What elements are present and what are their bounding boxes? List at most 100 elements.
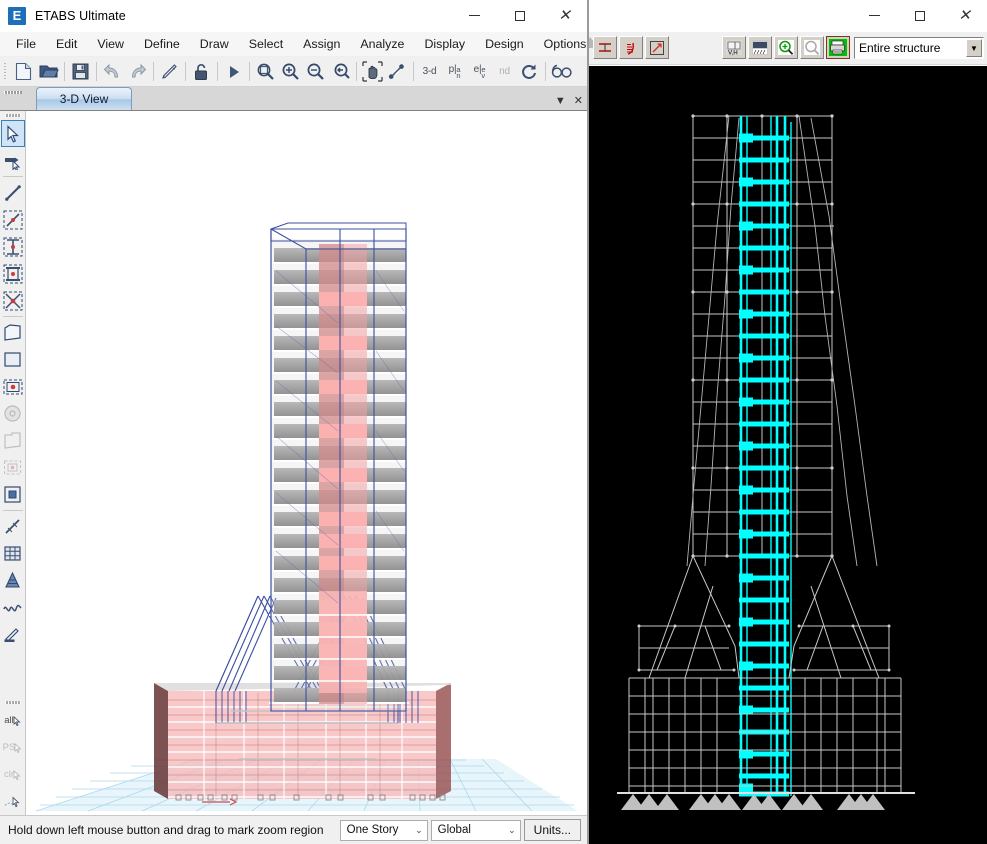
right-minimize-button[interactable] [852, 0, 897, 31]
menu-file[interactable]: File [6, 34, 46, 55]
diagram-arrow-icon[interactable] [645, 36, 669, 59]
view-plan-button[interactable]: p|an [442, 59, 467, 85]
draw-developed-elevation-tool[interactable] [1, 481, 25, 508]
shading-icon[interactable] [748, 36, 772, 59]
coordinate-selector[interactable]: Global ⌄ [431, 820, 521, 841]
menu-view[interactable]: View [87, 34, 134, 55]
etabs-logo-letter: E [13, 9, 22, 22]
menu-edit[interactable]: Edit [46, 34, 87, 55]
pan-hand-icon[interactable] [360, 59, 385, 85]
quick-draw-area-tool[interactable] [1, 373, 25, 400]
chevron-down-icon: ⌄ [508, 825, 516, 836]
title-bar: E ETABS Ultimate ✕ [0, 0, 587, 32]
draw-line-tool[interactable] [1, 179, 25, 206]
view-scope-combo[interactable]: Entire structure ▼ [854, 37, 984, 59]
zoom-out-gray-icon[interactable] [800, 36, 824, 59]
unlock-icon[interactable] [189, 59, 214, 85]
draw-poly-area-tool[interactable] [1, 319, 25, 346]
menu-define[interactable]: Define [134, 34, 190, 55]
run-analysis-icon[interactable] [221, 59, 246, 85]
menu-assign[interactable]: Assign [293, 34, 350, 55]
draw-secondary-beam-tool[interactable] [1, 454, 25, 481]
tabstrip-grip[interactable] [0, 88, 26, 110]
elevation-viewer-window: ✕ V,H [588, 0, 987, 844]
rail-grip-bottom[interactable] [2, 699, 24, 707]
tab-3d-view[interactable]: 3-D View [36, 87, 132, 110]
view-3d-label: 3-d [423, 66, 437, 77]
svg-text:V,H: V,H [728, 50, 738, 57]
new-model-icon[interactable] [11, 59, 36, 85]
elevation-wireframe-graphic [589, 66, 987, 844]
edit-pen-icon[interactable] [157, 59, 182, 85]
view-nd-button[interactable]: nd [492, 59, 517, 85]
glasses-perspective-icon[interactable] [549, 59, 574, 85]
save-icon[interactable] [68, 59, 93, 85]
view-elevation-button[interactable]: e|ev [467, 59, 492, 85]
print-green-icon[interactable] [826, 36, 850, 59]
minimize-button[interactable] [452, 0, 497, 31]
draw-spring-tool[interactable] [1, 594, 25, 621]
toolbar-separator [153, 62, 154, 81]
draw-dimension-line-tool[interactable] [1, 513, 25, 540]
toolbar-separator [64, 62, 65, 81]
right-maximize-button[interactable] [897, 0, 942, 31]
application-root: E ETABS Ultimate ✕ File Edit View Define… [0, 0, 987, 844]
draw-floor-wall-tool[interactable] [1, 260, 25, 287]
zoom-in-green-icon[interactable] [774, 36, 798, 59]
select-all-button[interactable]: all [1, 707, 25, 734]
zoom-out-icon[interactable] [303, 59, 328, 85]
main-toolbar: 3-d p|an e|ev nd [0, 57, 587, 87]
draw-grid-tool[interactable] [1, 540, 25, 567]
close-tab-icon[interactable]: ✕ [574, 96, 583, 107]
menu-options[interactable]: Options [534, 34, 588, 55]
menu-analyze[interactable]: Analyze [350, 34, 414, 55]
close-button[interactable]: ✕ [542, 0, 587, 31]
redo-icon[interactable] [125, 59, 150, 85]
select-previous-selection-button[interactable]: PS [1, 734, 25, 761]
3d-view-canvas[interactable] [26, 111, 587, 815]
chevron-down-icon[interactable]: ▼ [966, 39, 982, 57]
chevron-down-icon: ⌄ [415, 825, 423, 836]
draw-point-restraint-tool[interactable] [1, 567, 25, 594]
chevron-down-icon[interactable]: ▼ [555, 96, 566, 107]
draw-reference-tool[interactable] [1, 621, 25, 648]
minimize-icon [869, 15, 880, 16]
menu-design[interactable]: Design [475, 34, 534, 55]
maximize-button[interactable] [497, 0, 542, 31]
right-close-button[interactable]: ✕ [942, 0, 987, 31]
draw-column-tool[interactable] [1, 233, 25, 260]
draw-rect-area-tool[interactable] [1, 346, 25, 373]
zoom-region-icon[interactable] [253, 59, 278, 85]
toolbar-separator [545, 62, 546, 81]
undo-icon[interactable] [100, 59, 125, 85]
vh-axes-icon[interactable]: V,H [722, 36, 746, 59]
menu-draw[interactable]: Draw [190, 34, 239, 55]
quick-draw-brace-tool[interactable] [1, 287, 25, 314]
open-file-icon[interactable] [36, 59, 61, 85]
toolbar-separator [249, 62, 250, 81]
story-selector[interactable]: One Story ⌄ [340, 820, 428, 841]
select-pointer-tool[interactable] [1, 120, 25, 147]
deformed-shape-icon[interactable] [619, 36, 643, 59]
right-toolbar-left-group [593, 36, 671, 59]
window-controls: ✕ [452, 0, 587, 32]
elevation-view-canvas[interactable] [589, 66, 987, 844]
rotate-3d-view-icon[interactable] [517, 59, 542, 85]
draw-beam-column-brace-tool[interactable] [1, 206, 25, 233]
units-button[interactable]: Units... [524, 819, 581, 841]
rail-grip[interactable] [2, 112, 24, 120]
select-by-intersection-button[interactable] [1, 788, 25, 815]
toolbar-grip[interactable] [2, 61, 9, 83]
zoom-in-icon[interactable] [278, 59, 303, 85]
undeformed-shape-icon[interactable] [593, 36, 617, 59]
toolbar-separator [185, 62, 186, 81]
draw-opening-tool[interactable] [1, 427, 25, 454]
select-previous-tool[interactable] [1, 147, 25, 174]
zoom-previous-icon[interactable] [328, 59, 353, 85]
menu-display[interactable]: Display [414, 34, 475, 55]
draw-circle-area-tool[interactable] [1, 400, 25, 427]
menu-select[interactable]: Select [239, 34, 293, 55]
view-3d-button[interactable]: 3-d [417, 59, 442, 85]
measure-dots-icon[interactable] [385, 59, 410, 85]
clear-selection-button[interactable]: clr [1, 761, 25, 788]
